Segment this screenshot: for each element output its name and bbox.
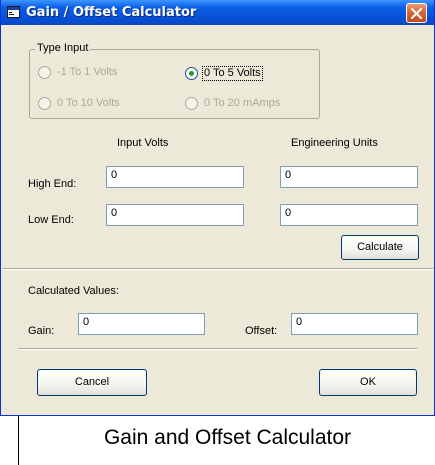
radio-label: 0 To 5 Volts [202,66,263,81]
cancel-button[interactable]: Cancel [37,369,147,396]
input-volts-header: Input Volts [117,137,169,149]
type-input-legend: Type Input [35,42,91,54]
radio-label: 0 To 20 mAmps [204,97,281,109]
ok-button[interactable]: OK [319,369,417,396]
offset-label: Offset: [245,325,278,337]
offset-field[interactable]: 0 [291,313,418,335]
figure-caption: Gain and Offset Calculator [103,426,352,449]
low-end-label: Low End: [28,214,74,226]
radio-0-to-20-mamps[interactable]: 0 To 20 mAmps [185,97,310,111]
radio-neg1-to-1-volts[interactable]: -1 To 1 Volts [38,66,148,80]
caption-panel: Gain and Offset Calculator [18,416,435,465]
gain-label: Gain: [28,325,55,337]
gain-field[interactable]: 0 [78,313,205,335]
section-divider-highlight [2,269,433,270]
gain-offset-dialog: Gain / Offset Calculator Type Input -1 T… [0,0,435,416]
low-end-input-volts-field[interactable]: 0 [106,204,244,226]
radio-label: 0 To 10 Volts [57,97,120,109]
radio-indicator [38,66,51,79]
footer-divider-highlight [19,349,417,350]
radio-0-to-10-volts[interactable]: 0 To 10 Volts [38,97,148,111]
radio-indicator [185,97,198,110]
calculated-values-heading: Calculated Values: [28,285,119,297]
radio-indicator [38,97,51,110]
radio-label: -1 To 1 Volts [57,66,118,78]
close-button[interactable] [406,3,427,23]
high-end-engineering-units-field[interactable]: 0 [280,166,418,188]
engineering-units-header: Engineering Units [291,137,378,149]
calculate-button[interactable]: Calculate [341,235,419,260]
low-end-engineering-units-field[interactable]: 0 [280,204,418,226]
high-end-label: High End: [28,178,77,190]
radio-indicator [185,67,198,80]
app-window-icon [7,6,20,18]
high-end-input-volts-field[interactable]: 0 [106,166,244,188]
close-icon [410,7,423,20]
radio-0-to-5-volts[interactable]: 0 To 5 Volts [185,66,295,81]
title-bar[interactable]: Gain / Offset Calculator [1,0,434,25]
window-title: Gain / Offset Calculator [26,5,197,20]
